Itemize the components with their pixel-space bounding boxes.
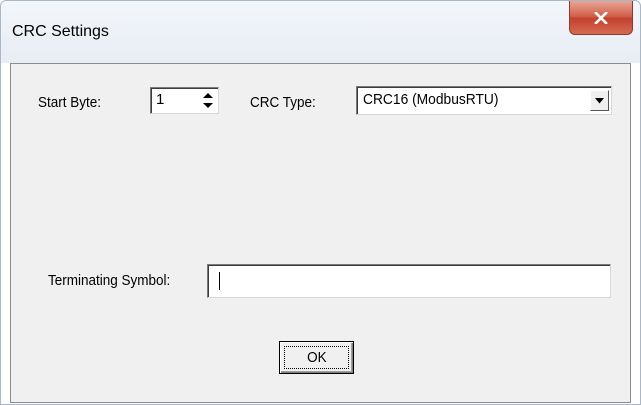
start-byte-label: Start Byte: <box>38 94 102 111</box>
dialog-client-area: Start Byte: 1 CRC Type: CRC16 (ModbusRTU… <box>10 63 631 403</box>
ok-button-label: OK <box>306 349 327 366</box>
start-byte-spinner[interactable]: 1 <box>150 87 219 114</box>
spin-up-icon[interactable] <box>203 93 213 98</box>
ok-button[interactable]: OK <box>279 341 354 374</box>
dropdown-button[interactable] <box>590 90 609 111</box>
title-bar[interactable]: CRC Settings <box>1 1 640 63</box>
crc-type-selected[interactable]: CRC16 (ModbusRTU) <box>363 91 498 108</box>
chevron-down-icon <box>595 97 604 103</box>
close-button[interactable] <box>569 1 633 35</box>
crc-type-label: CRC Type: <box>250 94 316 111</box>
terminating-symbol-input[interactable] <box>207 264 611 298</box>
spinner-arrows[interactable] <box>200 90 216 111</box>
crc-settings-dialog: CRC Settings Start Byte: 1 CRC Type: CRC… <box>0 0 641 405</box>
window-title: CRC Settings <box>12 23 109 40</box>
start-byte-value[interactable]: 1 <box>156 91 164 108</box>
crc-type-dropdown[interactable]: CRC16 (ModbusRTU) <box>356 86 612 115</box>
text-caret <box>219 272 220 290</box>
close-icon <box>594 11 608 24</box>
spin-down-icon[interactable] <box>203 103 213 108</box>
terminating-symbol-label: Terminating Symbol: <box>48 272 171 289</box>
